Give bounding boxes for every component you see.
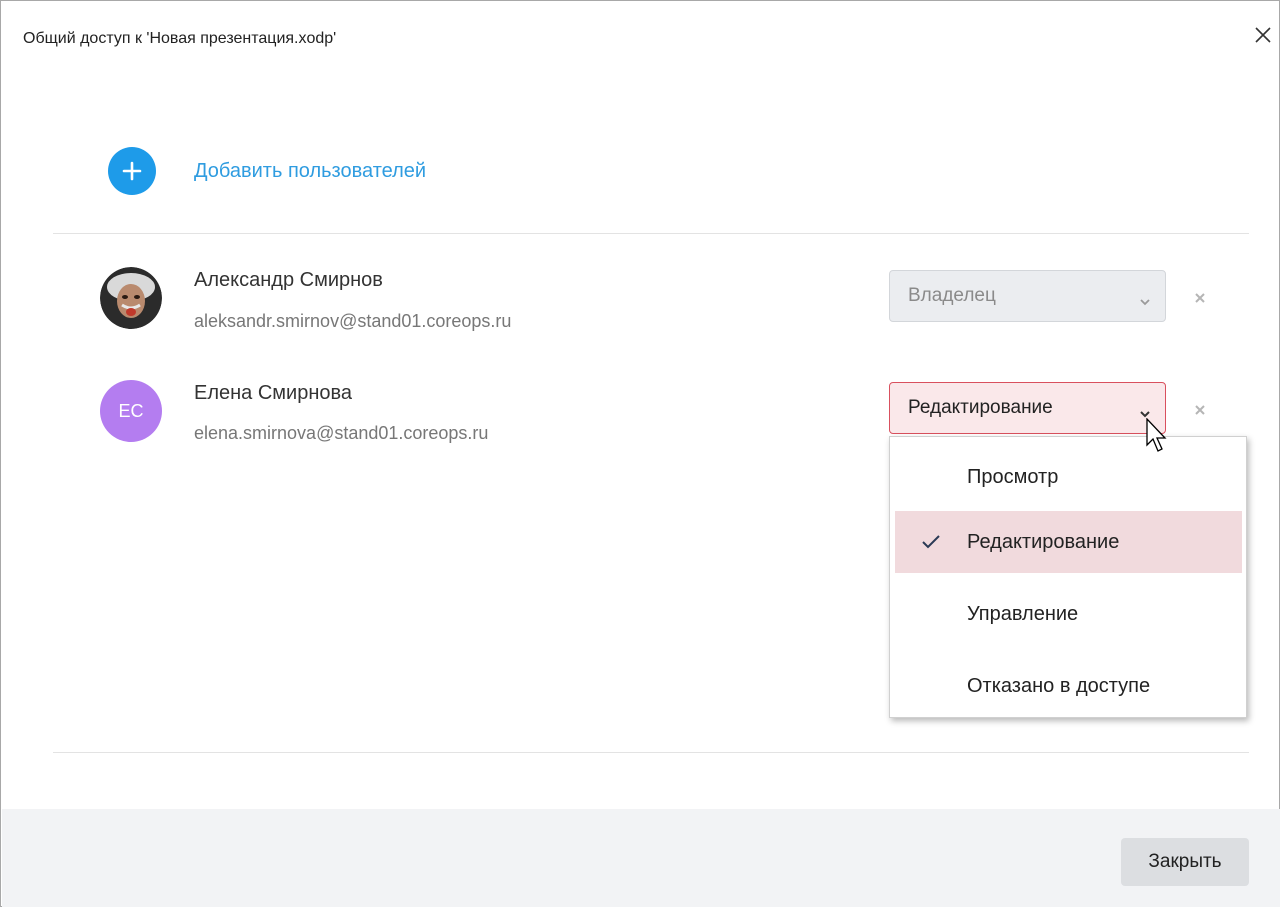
divider (53, 752, 1249, 753)
role-option-view[interactable]: Просмотр (895, 446, 1242, 508)
option-label: Просмотр (967, 465, 1059, 488)
role-option-manage[interactable]: Управление (895, 583, 1242, 645)
user-name: Елена Смирнова (194, 382, 353, 404)
chevron-down-icon (1139, 291, 1151, 313)
avatar: ЕС (100, 380, 162, 442)
add-users-label[interactable]: Добавить пользователей (194, 160, 426, 183)
user-email: elena.smirnova@stand01.coreops.ru (194, 423, 489, 443)
role-value: Редактирование (908, 397, 1053, 418)
plus-circle-icon[interactable] (108, 147, 156, 195)
avatar-initials: ЕС (118, 400, 144, 421)
close-icon[interactable] (1251, 23, 1275, 47)
role-select-owner: Владелец (889, 270, 1166, 322)
mouse-cursor-icon (1146, 417, 1170, 461)
dialog-title: Общий доступ к 'Новая презентация.xodp' (23, 30, 337, 47)
user-name: Александр Смирнов (194, 269, 383, 291)
option-label: Отказано в доступе (967, 674, 1151, 697)
role-dropdown-menu: Просмотр Редактирование Управление Отказ… (889, 436, 1247, 718)
remove-user-icon[interactable] (1192, 402, 1208, 418)
user-email: aleksandr.smirnov@stand01.coreops.ru (194, 311, 512, 331)
role-select[interactable]: Редактирование (889, 382, 1166, 434)
option-label: Управление (967, 602, 1079, 625)
add-users-button[interactable]: Добавить пользователей (108, 147, 426, 195)
role-option-edit[interactable]: Редактирование (895, 511, 1242, 573)
role-option-denied[interactable]: Отказано в доступе (895, 655, 1242, 717)
dialog-footer (2, 809, 1280, 907)
share-dialog: Общий доступ к 'Новая презентация.xodp' … (0, 0, 1280, 907)
avatar (100, 267, 162, 329)
check-icon (921, 533, 941, 556)
divider (53, 233, 1249, 234)
remove-user-icon[interactable] (1192, 290, 1208, 306)
close-button[interactable]: Закрыть (1121, 838, 1249, 886)
role-value: Владелец (908, 285, 996, 306)
option-label: Редактирование (967, 530, 1120, 553)
